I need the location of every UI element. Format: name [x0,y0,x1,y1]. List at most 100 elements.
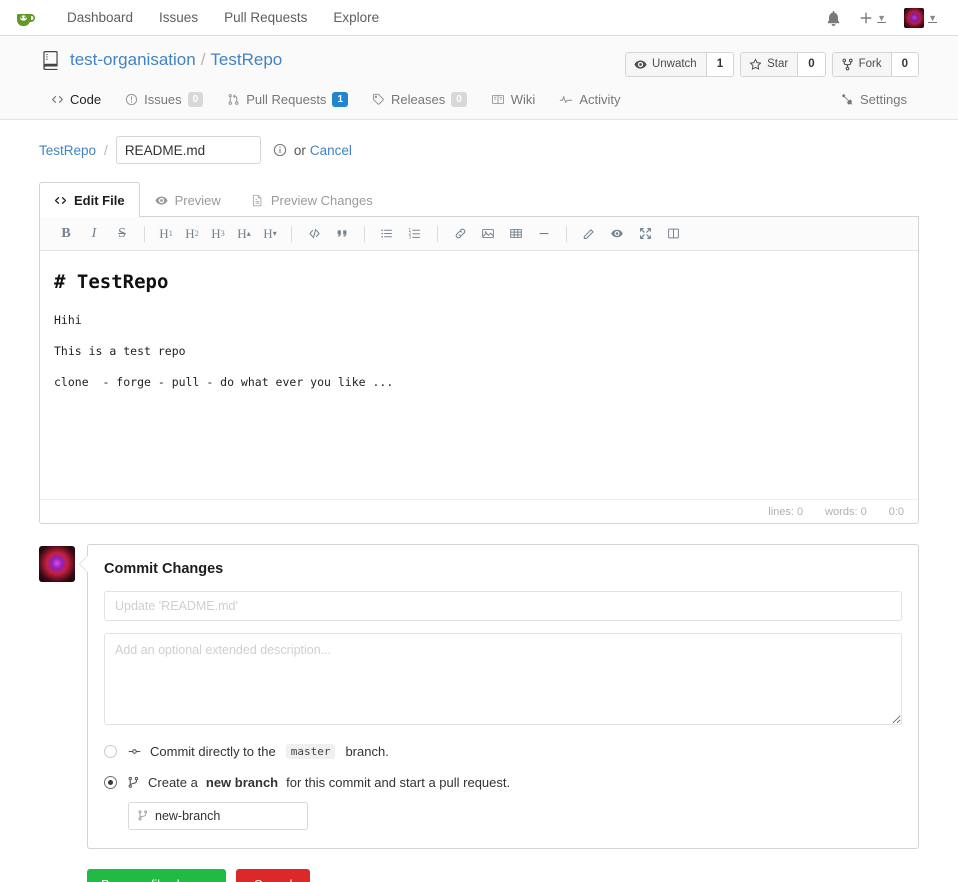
repo-tab-activity[interactable]: Activity [547,82,632,120]
filename-input[interactable] [115,136,261,164]
cancel-edit-link[interactable]: Cancel [310,143,352,158]
editor-tab-bar: Edit File Preview Preview Changes [39,182,919,217]
top-navbar: Dashboard Issues Pull Requests Explore ▼… [0,0,958,36]
branch-name-row [104,802,902,830]
repo-tab-releases[interactable]: Releases 0 [360,82,479,120]
toolbar-heading-smaller[interactable]: H ▾ [260,223,280,245]
toolbar-unordered-list[interactable] [376,223,398,245]
repo-tab-bar: Code Issues 0 Pull Requests 1 Releases 0… [39,82,919,119]
toolbar-strikethrough[interactable]: S [111,223,133,245]
repo-tab-pull-requests-badge: 1 [332,92,348,107]
repo-header: test-organisation / TestRepo Unwatch 1 S… [0,36,958,120]
toolbar-preview[interactable] [606,223,628,245]
toolbar-heading-bigger[interactable]: H ▴ [234,223,254,245]
toolbar-heading-1[interactable]: H1 [156,223,176,245]
repo-tab-settings[interactable]: Settings [829,82,919,120]
avatar [904,8,925,28]
commit-option-direct-text-after: branch. [345,744,389,759]
fork-button[interactable]: Fork 0 [831,52,919,77]
toolbar-image[interactable] [477,223,499,245]
commit-summary-input[interactable] [104,591,902,621]
gitea-mascot-icon[interactable] [14,5,40,31]
propose-file-change-button[interactable]: Propose file change [87,869,226,882]
repo-tab-pull-requests[interactable]: Pull Requests 1 [215,82,360,120]
editor-tab-preview-changes[interactable]: Preview Changes [236,182,388,217]
editor-tab-preview-changes-label: Preview Changes [270,193,373,208]
toolbar-bold[interactable]: B [55,223,77,245]
cancel-button[interactable]: Cancel [235,869,311,882]
markdown-editor-area[interactable]: # TestRepo Hihi This is a test repo clon… [40,251,918,499]
editor-words-count: words: 0 [825,505,867,518]
git-commit-icon [127,745,142,758]
chevron-down-icon: ▼ [877,13,887,23]
editor-line: clone - forge - pull - do what ever you … [54,375,394,389]
toolbar-horizontal-rule[interactable] [533,223,555,245]
commit-option-direct[interactable]: Commit directly to the master branch. [104,744,902,759]
commit-option-new-branch-radio[interactable] [104,776,117,789]
repo-tab-wiki[interactable]: Wiki [479,82,548,120]
branch-name-input[interactable] [128,802,308,830]
editor-line-heading: # TestRepo [54,271,169,293]
info-circle-icon[interactable] [273,143,287,157]
commit-option-direct-radio[interactable] [104,745,117,758]
fork-icon [841,58,854,71]
commit-description-textarea[interactable] [104,633,902,725]
toolbar-code[interactable] [303,223,325,245]
toolbar-quote[interactable] [331,223,353,245]
git-pull-request-icon [227,93,240,106]
repo-tab-wiki-label: Wiki [510,92,536,107]
repo-name-link[interactable]: TestRepo [210,50,282,69]
star-button[interactable]: Star 0 [740,52,826,77]
commit-option-new-branch[interactable]: Create a new branch for this commit and … [104,775,902,790]
toolbar-separator [364,225,365,242]
commit-actions: Propose file change Cancel [87,869,919,882]
toolbar-table[interactable] [505,223,527,245]
unwatch-button-label[interactable]: Unwatch [624,52,707,77]
toolbar-separator [291,225,292,242]
navbar-right-group: ▼ ▼ [817,0,946,36]
repo-tab-code[interactable]: Code [39,82,113,120]
bell-icon[interactable] [817,10,850,26]
toolbar-separator [144,225,145,242]
repo-tab-bar-right: Settings [829,82,919,119]
repo-tab-code-label: Code [70,92,102,107]
toolbar-ordered-list[interactable]: 1 2 3 [404,223,426,245]
nav-dashboard[interactable]: Dashboard [54,0,146,36]
toolbar-heading-2[interactable]: H2 [182,223,202,245]
fork-label: Fork [858,57,882,70]
toolbar-italic[interactable]: I [83,223,105,245]
nav-explore[interactable]: Explore [320,0,392,36]
repo-owner-link[interactable]: test-organisation [70,50,196,69]
repo-title-separator: / [200,50,206,69]
toolbar-clean-block[interactable] [578,223,600,245]
repo-tab-releases-badge: 0 [451,92,467,107]
unwatch-button[interactable]: Unwatch 1 [624,52,735,77]
editor-status-bar: lines: 0 words: 0 0:0 [40,499,918,523]
star-button-label[interactable]: Star [740,52,799,77]
nav-pull-requests[interactable]: Pull Requests [211,0,320,36]
star-count: 0 [798,52,826,77]
toolbar-link[interactable] [449,223,471,245]
breadcrumb-repo-root[interactable]: TestRepo [39,143,96,158]
toolbar-heading-3[interactable]: H3 [208,223,228,245]
book-icon [491,93,505,106]
editor-tab-edit-file[interactable]: Edit File [39,182,140,217]
file-path-row: TestRepo / or Cancel [39,136,919,164]
editor-tab-preview[interactable]: Preview [140,182,236,217]
editor-line: This is a test repo [54,344,186,358]
repo-tab-issues-label: Issues [144,92,182,107]
repo-tab-settings-label: Settings [860,92,907,107]
issue-opened-icon [125,93,138,106]
user-menu[interactable]: ▼ [895,8,946,28]
fork-count: 0 [891,52,919,77]
commit-option-new-branch-text-after: for this commit and start a pull request… [286,775,511,790]
nav-issues[interactable]: Issues [146,0,211,36]
editor-tab-edit-file-label: Edit File [74,193,125,208]
toolbar-separator [566,225,567,242]
fork-button-label[interactable]: Fork [831,52,892,77]
toolbar-fullscreen[interactable] [634,223,656,245]
toolbar-side-by-side[interactable] [662,223,684,245]
repo-tab-issues[interactable]: Issues 0 [113,82,215,120]
create-new-menu[interactable]: ▼ [850,11,895,25]
repository-icon [41,50,60,70]
